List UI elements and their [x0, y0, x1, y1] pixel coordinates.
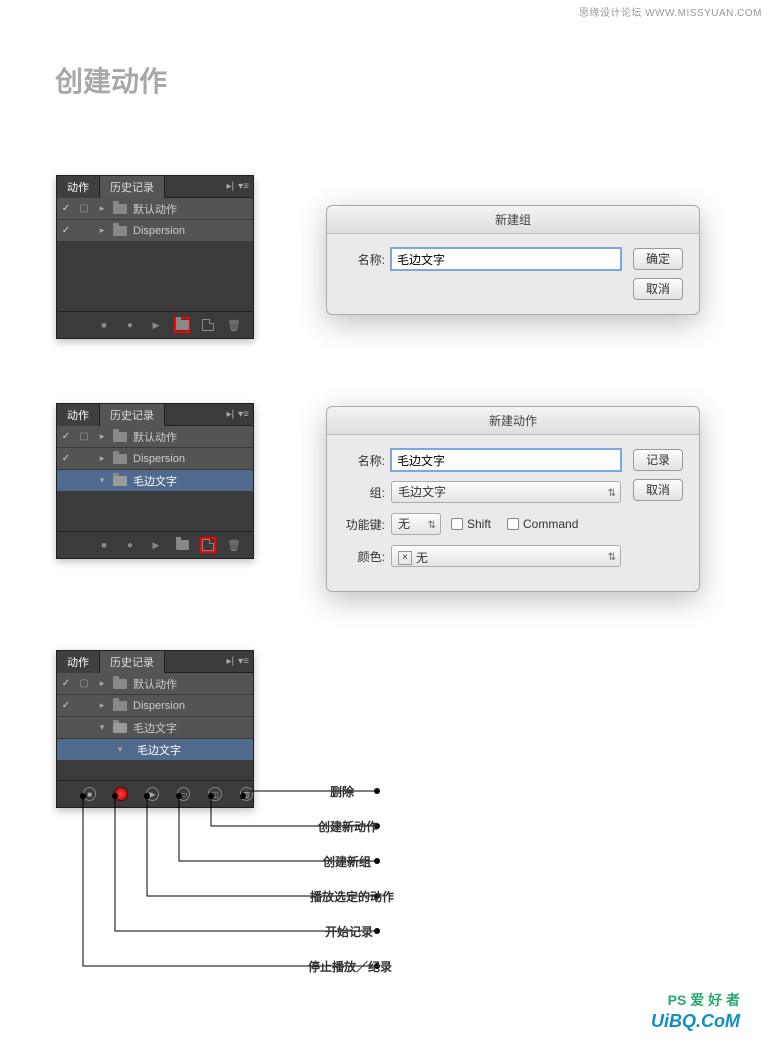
delete-button[interactable] [227, 538, 241, 552]
group-select[interactable]: 毛边文字 [391, 481, 621, 503]
callout-delete: 删除 [330, 783, 354, 800]
cancel-button[interactable]: 取消 [633, 479, 683, 501]
folder-icon [113, 432, 127, 442]
new-action-button[interactable]: ◫ [208, 787, 221, 801]
page-title: 创建动作 [55, 60, 715, 100]
folder-open-icon [113, 476, 127, 486]
tab-actions[interactable]: 动作 [57, 404, 100, 426]
tab-actions[interactable]: 动作 [57, 176, 100, 198]
new-group-button[interactable] [175, 538, 189, 552]
command-label: Command [523, 517, 578, 531]
name-label: 名称: [343, 452, 391, 469]
list-item[interactable]: 毛边文字 [57, 470, 253, 492]
collapse-icon[interactable]: ▸| [227, 656, 235, 667]
list-item[interactable]: Dispersion [57, 695, 253, 717]
command-checkbox[interactable] [507, 518, 519, 530]
list-item[interactable]: Dispersion [57, 220, 253, 242]
play-icon[interactable] [149, 538, 163, 552]
folder-icon [113, 204, 127, 214]
folder-icon [113, 679, 127, 689]
actions-panel-2: 动作 历史记录 ▸|▾≡ 默认动作 Dispersion 毛边文字 [56, 403, 254, 559]
record-button[interactable]: 记录 [633, 449, 683, 471]
play-icon[interactable]: ▶ [146, 787, 159, 801]
shift-checkbox[interactable] [451, 518, 463, 530]
delete-button[interactable] [227, 318, 241, 332]
tab-history[interactable]: 历史记录 [100, 404, 165, 426]
menu-icon[interactable]: ▾≡ [238, 181, 249, 192]
callout-stop: 停止播放／纪录 [308, 958, 392, 975]
watermark-uibq: UiBQ.CoM [651, 1011, 740, 1032]
delete-button[interactable]: 🗑 [240, 787, 253, 801]
new-group-button[interactable]: ▭ [177, 787, 190, 801]
fkey-select[interactable]: 无 [391, 513, 441, 535]
folder-icon [113, 701, 127, 711]
list-item[interactable]: 默认动作 [57, 198, 253, 220]
ok-button[interactable]: 确定 [633, 248, 683, 270]
stop-icon[interactable]: ■ [83, 787, 96, 801]
folder-icon [113, 454, 127, 464]
watermark-top: 思缘设计论坛 WWW.MISSYUAN.COM [579, 4, 762, 19]
stop-icon[interactable] [97, 538, 111, 552]
fkey-label: 功能键: [343, 516, 391, 533]
stop-icon[interactable] [97, 318, 111, 332]
tab-history[interactable]: 历史记录 [100, 651, 165, 673]
watermark-ps: PS 爱 好 者 [668, 990, 740, 1010]
color-label: 颜色: [343, 548, 391, 565]
list-item[interactable]: 默认动作 [57, 673, 253, 695]
new-group-dialog: 新建组 名称: 确定 取消 [326, 205, 700, 315]
name-input[interactable] [391, 449, 621, 471]
menu-icon[interactable]: ▾≡ [238, 409, 249, 420]
callout-leaders [42, 776, 542, 1006]
menu-icon[interactable]: ▾≡ [238, 656, 249, 667]
new-action-dialog: 新建动作 名称: 组: 毛边文字 功能键: 无 Shift Command 颜色… [326, 406, 700, 592]
record-icon[interactable] [123, 538, 137, 552]
list-item[interactable]: 默认动作 [57, 426, 253, 448]
shift-label: Shift [467, 517, 491, 531]
play-icon[interactable] [149, 318, 163, 332]
list-item[interactable]: 毛边文字 [57, 739, 253, 761]
actions-panel-1: 动作 历史记录 ▸|▾≡ 默认动作 Dispersion [56, 175, 254, 339]
name-label: 名称: [343, 251, 391, 268]
tab-actions[interactable]: 动作 [57, 651, 100, 673]
new-action-button[interactable] [201, 538, 215, 552]
callout-new-action: 创建新动作 [318, 818, 378, 835]
dialog-title: 新建动作 [327, 407, 699, 435]
callout-play: 播放选定的动作 [310, 888, 394, 905]
collapse-icon[interactable]: ▸| [227, 181, 235, 192]
color-select[interactable]: ×无 [391, 545, 621, 567]
cancel-button[interactable]: 取消 [633, 278, 683, 300]
actions-panel-3: 动作 历史记录 ▸|▾≡ 默认动作 Dispersion 毛边文字 毛边文字 ■… [56, 650, 254, 808]
callout-new-group: 创建新组 [323, 853, 371, 870]
group-label: 组: [343, 484, 391, 501]
new-group-button[interactable] [175, 318, 189, 332]
folder-icon [113, 226, 127, 236]
tab-history[interactable]: 历史记录 [100, 176, 165, 198]
callout-record: 开始记录 [325, 923, 373, 940]
record-icon[interactable] [123, 318, 137, 332]
list-item[interactable]: 毛边文字 [57, 717, 253, 739]
record-icon[interactable] [114, 787, 127, 801]
name-input[interactable] [391, 248, 621, 270]
collapse-icon[interactable]: ▸| [227, 409, 235, 420]
list-item[interactable]: Dispersion [57, 448, 253, 470]
new-action-button[interactable] [201, 318, 215, 332]
dialog-title: 新建组 [327, 206, 699, 234]
folder-open-icon [113, 723, 127, 733]
